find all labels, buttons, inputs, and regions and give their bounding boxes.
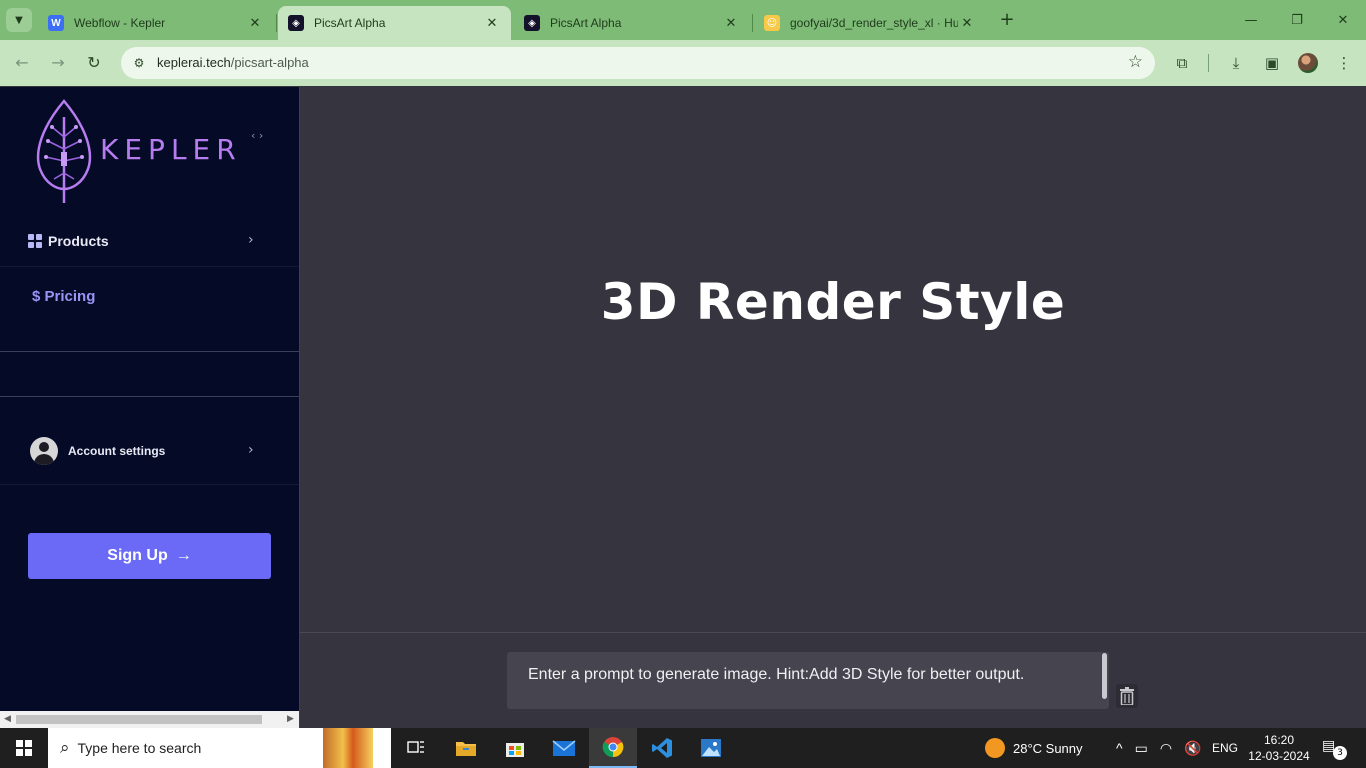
prompt-input[interactable]: Enter a prompt to generate image. Hint:A… xyxy=(507,652,1109,709)
weather-text: 28°C Sunny xyxy=(1013,740,1083,756)
url-host: keplerai.tech xyxy=(157,55,231,70)
mail-icon[interactable] xyxy=(540,728,588,768)
site-info-icon[interactable]: ⚙ xyxy=(129,53,149,73)
prompt-area-divider xyxy=(300,632,1366,633)
menu-kebab-icon[interactable]: ⋮ xyxy=(1332,51,1356,75)
chrome-icon[interactable] xyxy=(589,728,637,768)
user-avatar-icon xyxy=(30,437,58,465)
scrollbar-thumb[interactable] xyxy=(16,715,262,724)
sidebar-divider xyxy=(0,351,299,352)
sidebar-item-label: Products xyxy=(48,233,109,249)
tab-separator xyxy=(752,14,753,32)
microsoft-store-icon[interactable] xyxy=(491,728,539,768)
chevron-up-icon[interactable]: ^ xyxy=(1116,740,1123,756)
sidebar-item-label: Account settings xyxy=(68,444,166,458)
sign-up-label: Sign Up xyxy=(107,547,168,564)
close-icon[interactable]: ✕ xyxy=(958,16,976,31)
tab-search-button[interactable]: ▼ xyxy=(6,8,32,32)
sidebar: KEPLER ‹ › Products › $ Pricing Account … xyxy=(0,87,300,728)
prompt-scrollbar[interactable] xyxy=(1102,653,1107,699)
brand-wordmark: KEPLER xyxy=(100,133,242,166)
search-icon: ⌕ xyxy=(60,738,70,758)
scroll-right-icon[interactable]: ▶ xyxy=(287,714,294,724)
chevron-right-icon: › xyxy=(248,442,254,458)
clock-time: 16:20 xyxy=(1263,733,1295,747)
side-panel-icon[interactable]: ▣ xyxy=(1260,51,1284,75)
sidebar-item-pricing[interactable]: $ Pricing xyxy=(32,288,95,305)
wifi-icon[interactable]: ◠ xyxy=(1160,740,1172,757)
windows-logo-icon xyxy=(16,740,32,756)
tab-picsart-alpha-active[interactable]: ◈ PicsArt Alpha ✕ xyxy=(278,6,511,40)
tab-title: goofyai/3d_render_style_xl · Hu xyxy=(790,16,958,30)
search-highlight-image xyxy=(323,728,373,768)
close-icon[interactable]: ✕ xyxy=(246,16,264,31)
kepler-icon: ◈ xyxy=(524,15,540,31)
kepler-icon: ◈ xyxy=(288,15,304,31)
notification-badge: 3 xyxy=(1333,746,1347,760)
huggingface-icon: ☺ xyxy=(764,15,780,31)
tab-webflow-kepler[interactable]: W Webflow - Kepler ✕ xyxy=(38,6,274,40)
sun-icon xyxy=(985,738,1005,758)
chevron-down-icon: ▼ xyxy=(15,14,23,26)
forward-arrow-icon[interactable]: → xyxy=(46,51,70,75)
search-placeholder: Type here to search xyxy=(77,740,202,756)
minimize-button[interactable]: — xyxy=(1228,0,1274,40)
address-bar[interactable]: ⚙ keplerai.tech/picsart-alpha ☆ xyxy=(121,47,1155,79)
battery-icon[interactable]: ▭ xyxy=(1135,740,1148,757)
browser-tab-strip: ▼ W Webflow - Kepler ✕ ◈ PicsArt Alpha ✕… xyxy=(0,0,1366,40)
notification-center-icon[interactable]: ▤ 3 xyxy=(1322,738,1347,760)
back-arrow-icon[interactable]: ← xyxy=(10,51,34,75)
browser-toolbar: ← → ↻ ⚙ keplerai.tech/picsart-alpha ☆ ⧉ … xyxy=(0,40,1366,86)
clock-date: 12-03-2024 xyxy=(1248,749,1310,763)
download-icon[interactable]: ⤓ xyxy=(1224,51,1248,75)
grid-icon xyxy=(28,234,42,248)
bookmark-star-icon[interactable]: ☆ xyxy=(1128,52,1143,72)
horizontal-scrollbar[interactable]: ◀ ▶ xyxy=(0,711,299,728)
chevron-right-icon: › xyxy=(248,232,254,248)
clock[interactable]: 16:20 12-03-2024 xyxy=(1246,732,1312,764)
main-content: 3D Render Style Enter a prompt to genera… xyxy=(300,87,1366,728)
url-path: /picsart-alpha xyxy=(230,55,309,70)
new-tab-button[interactable]: + xyxy=(996,9,1018,31)
restore-button[interactable]: ❐ xyxy=(1274,0,1320,40)
profile-avatar[interactable] xyxy=(1298,53,1318,73)
trash-icon[interactable] xyxy=(1116,684,1138,708)
url-text: keplerai.tech/picsart-alpha xyxy=(157,55,309,70)
tab-title: PicsArt Alpha xyxy=(550,16,622,30)
arrow-right-icon: → xyxy=(175,547,192,564)
tab-separator xyxy=(276,14,277,32)
sidebar-divider xyxy=(0,396,299,397)
windows-taskbar: ⌕ Type here to search 28°C Sunny ^ ▭ ◠ 🔇… xyxy=(0,728,1366,768)
language-indicator[interactable]: ENG xyxy=(1212,728,1238,768)
close-icon[interactable]: ✕ xyxy=(483,16,501,31)
weather-widget[interactable]: 28°C Sunny xyxy=(985,728,1083,768)
sign-up-button[interactable]: Sign Up → xyxy=(28,533,271,579)
system-tray-icons: ^ ▭ ◠ 🔇 xyxy=(1116,728,1201,768)
webflow-icon: W xyxy=(48,15,64,31)
tab-picsart-alpha[interactable]: ◈ PicsArt Alpha ✕ xyxy=(514,6,750,40)
collapse-sidebar-icon[interactable]: ‹ › xyxy=(251,129,263,142)
vscode-icon[interactable] xyxy=(638,728,686,768)
photos-icon[interactable] xyxy=(687,728,735,768)
sidebar-item-account-settings[interactable]: Account settings › xyxy=(0,425,299,485)
extensions-icon[interactable]: ⧉ xyxy=(1170,51,1194,75)
volume-muted-icon[interactable]: 🔇 xyxy=(1184,740,1201,757)
page-title: 3D Render Style xyxy=(600,273,1066,331)
start-button[interactable] xyxy=(0,728,48,768)
task-view-icon[interactable] xyxy=(392,728,440,768)
toolbar-separator xyxy=(1208,54,1209,72)
window-close-button[interactable]: ✕ xyxy=(1320,0,1366,40)
close-icon[interactable]: ✕ xyxy=(722,16,740,31)
reload-icon[interactable]: ↻ xyxy=(82,51,106,75)
tab-title: Webflow - Kepler xyxy=(74,16,166,30)
taskbar-search[interactable]: ⌕ Type here to search xyxy=(48,728,391,768)
tab-huggingface[interactable]: ☺ goofyai/3d_render_style_xl · Hu ✕ xyxy=(754,6,986,40)
scroll-left-icon[interactable]: ◀ xyxy=(4,714,11,724)
sidebar-item-products[interactable]: Products › xyxy=(0,217,299,267)
file-explorer-icon[interactable] xyxy=(442,728,490,768)
tab-title: PicsArt Alpha xyxy=(314,16,386,30)
